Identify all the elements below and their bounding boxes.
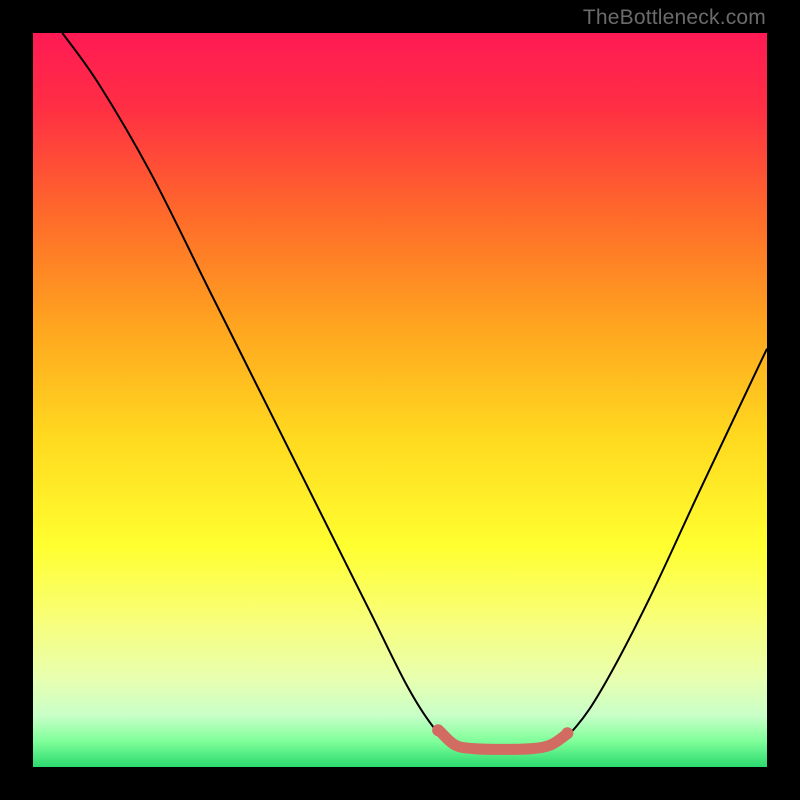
plot-area [33,33,767,767]
chart-canvas: TheBottleneck.com [0,0,800,800]
watermark-text: TheBottleneck.com [583,6,766,30]
gradient-background [33,33,767,767]
